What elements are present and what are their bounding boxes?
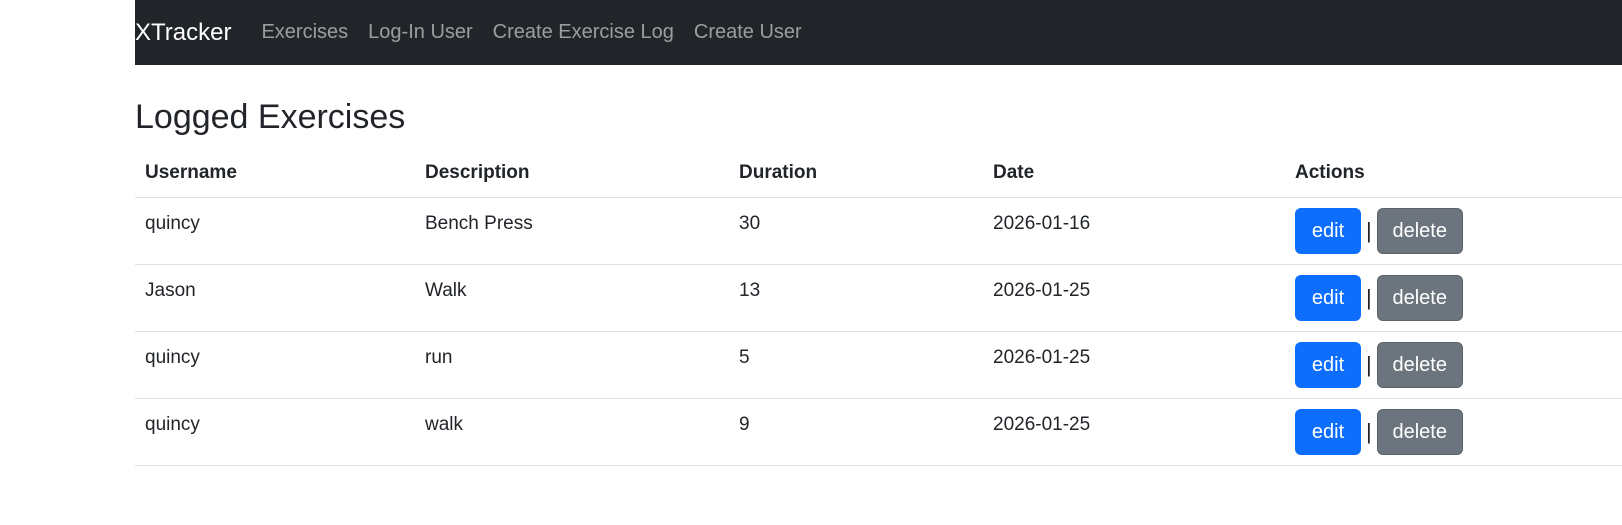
delete-button[interactable]: delete (1376, 275, 1463, 321)
duration-text: 13 (739, 280, 761, 301)
cell-username: quincy (135, 398, 415, 466)
table-row: quincy run 5 2026-01-25 edit | delete (135, 331, 1622, 399)
description-text: Walk (425, 280, 467, 301)
cell-actions: edit | delete (1285, 331, 1622, 399)
delete-button[interactable]: delete (1376, 409, 1463, 455)
nav-link-login-user[interactable]: Log-In User (368, 21, 473, 44)
date-text: 2026-01-16 (993, 213, 1091, 234)
delete-button[interactable]: delete (1376, 208, 1463, 254)
cell-date: 2026-01-25 (983, 264, 1285, 332)
table-row: quincy walk 9 2026-01-25 edit | delete (135, 398, 1622, 466)
username-text: quincy (145, 213, 200, 234)
cell-actions: edit | delete (1285, 398, 1622, 466)
cell-description: walk (415, 398, 729, 466)
exercises-table-container: Username Description Duration Date Actio… (135, 148, 1622, 466)
action-separator: | (1366, 218, 1372, 243)
cell-duration: 30 (729, 197, 983, 265)
username-text: quincy (145, 347, 200, 368)
nav-link-create-exercise-log[interactable]: Create Exercise Log (493, 21, 674, 44)
edit-button[interactable]: edit (1295, 409, 1361, 455)
cell-username: Jason (135, 264, 415, 332)
cell-duration: 13 (729, 264, 983, 332)
edit-button[interactable]: edit (1295, 275, 1361, 321)
cell-description: Walk (415, 264, 729, 332)
cell-actions: edit | delete (1285, 197, 1622, 265)
cell-actions: edit | delete (1285, 264, 1622, 332)
cell-description: run (415, 331, 729, 399)
cell-duration: 5 (729, 331, 983, 399)
exercises-table: Username Description Duration Date Actio… (135, 148, 1622, 466)
cell-date: 2026-01-16 (983, 197, 1285, 265)
cell-username: quincy (135, 197, 415, 265)
nav-links: Exercises Log-In User Create Exercise Lo… (261, 21, 801, 44)
cell-date: 2026-01-25 (983, 398, 1285, 466)
cell-username: quincy (135, 331, 415, 399)
header-actions: Actions (1285, 148, 1622, 198)
date-text: 2026-01-25 (993, 280, 1091, 301)
duration-text: 30 (739, 213, 761, 234)
username-text: Jason (145, 280, 196, 301)
description-text: run (425, 347, 453, 368)
date-text: 2026-01-25 (993, 347, 1091, 368)
brand-link[interactable]: XTracker (135, 19, 231, 47)
edit-button[interactable]: edit (1295, 208, 1361, 254)
cell-duration: 9 (729, 398, 983, 466)
header-description: Description (415, 148, 729, 198)
page-title: Logged Exercises (135, 98, 406, 136)
header-duration: Duration (729, 148, 983, 198)
table-row: Jason Walk 13 2026-01-25 edit | delete (135, 264, 1622, 332)
description-text: Bench Press (425, 213, 533, 234)
table-header-row: Username Description Duration Date Actio… (135, 148, 1622, 198)
header-date: Date (983, 148, 1285, 198)
duration-text: 9 (739, 414, 750, 435)
cell-description: Bench Press (415, 197, 729, 265)
date-text: 2026-01-25 (993, 414, 1091, 435)
nav-link-create-user[interactable]: Create User (694, 21, 802, 44)
action-separator: | (1366, 285, 1372, 310)
edit-button[interactable]: edit (1295, 342, 1361, 388)
delete-button[interactable]: delete (1376, 342, 1463, 388)
table-row: quincy Bench Press 30 2026-01-16 edit | … (135, 197, 1622, 265)
duration-text: 5 (739, 347, 750, 368)
description-text: walk (425, 414, 464, 435)
top-navbar: XTracker Exercises Log-In User Create Ex… (135, 0, 1622, 65)
header-username: Username (135, 148, 415, 198)
action-separator: | (1366, 352, 1372, 377)
action-separator: | (1366, 419, 1372, 444)
nav-link-exercises[interactable]: Exercises (261, 21, 348, 44)
cell-date: 2026-01-25 (983, 331, 1285, 399)
username-text: quincy (145, 414, 200, 435)
